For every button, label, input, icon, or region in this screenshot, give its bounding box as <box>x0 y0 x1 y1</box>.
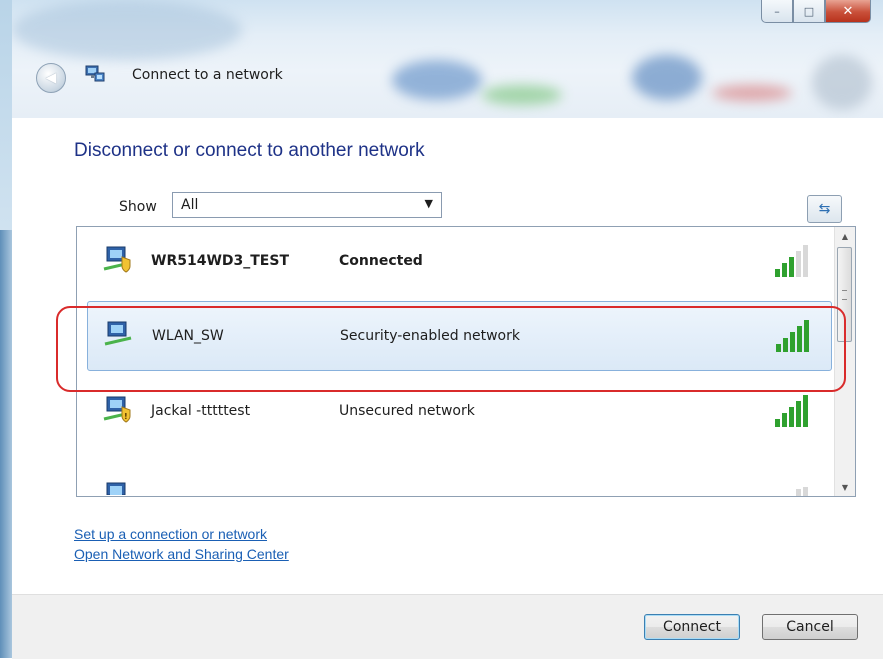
scroll-grip-icon <box>842 290 847 300</box>
network-row-partial[interactable] <box>77 453 834 496</box>
title-bar: – □ ✕ ◀ Connect to a network <box>12 0 883 118</box>
unsecured-network-icon: ! <box>103 396 131 423</box>
button-bar: Connect Cancel <box>12 594 883 659</box>
cancel-button[interactable]: Cancel <box>762 614 858 640</box>
network-sharing-center-link[interactable]: Open Network and Sharing Center <box>74 546 289 562</box>
svg-text:!: ! <box>124 412 128 421</box>
maximize-button[interactable]: □ <box>793 0 825 23</box>
minimize-button[interactable]: – <box>761 0 793 23</box>
show-label: Show <box>119 199 157 215</box>
close-button[interactable]: ✕ <box>825 0 871 23</box>
network-row[interactable]: WR514WD3_TEST Connected <box>77 227 834 297</box>
dropdown-arrow-icon: ▼ <box>424 197 433 210</box>
window-left-edge <box>0 230 12 658</box>
signal-strength-icon <box>775 395 808 427</box>
connect-button[interactable]: Connect <box>644 614 740 640</box>
window-controls: – □ ✕ <box>761 0 871 24</box>
back-button[interactable]: ◀ <box>36 63 66 93</box>
network-icon <box>106 482 126 495</box>
page-heading: Disconnect or connect to another network <box>74 140 425 161</box>
network-name: Jackal -tttttest <box>151 403 251 419</box>
network-app-icon <box>85 65 105 82</box>
show-filter-dropdown[interactable]: All ▼ <box>172 192 442 218</box>
network-status: Connected <box>339 253 423 269</box>
window-frame: – □ ✕ ◀ Connect to a network Disconnect … <box>0 0 883 659</box>
back-arrow-icon: ◀ <box>45 70 57 86</box>
setup-connection-link[interactable]: Set up a connection or network <box>74 526 267 542</box>
show-filter-value: All <box>181 197 199 213</box>
refresh-button[interactable]: ⇆ <box>807 195 842 223</box>
network-status: Unsecured network <box>339 403 475 419</box>
scroll-up-button[interactable]: ▲ <box>835 227 855 245</box>
refresh-icon: ⇆ <box>818 201 831 217</box>
scroll-down-button[interactable]: ▼ <box>835 478 855 496</box>
signal-strength-icon <box>775 245 808 277</box>
network-name: WR514WD3_TEST <box>151 253 289 269</box>
secured-network-icon <box>103 246 131 273</box>
signal-strength-icon <box>796 487 808 496</box>
selection-highlight-annotation <box>56 306 846 392</box>
window-title: Connect to a network <box>132 67 283 83</box>
